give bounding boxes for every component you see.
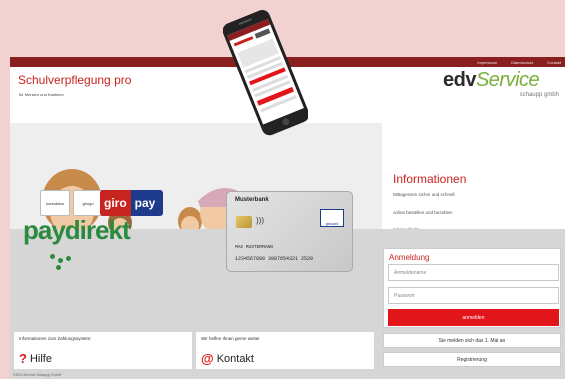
copyright: ©EDV-Service Schaupp GmbH	[13, 373, 62, 377]
logo-text-service: Service	[475, 69, 540, 91]
girogo-label: girogo	[82, 200, 94, 206]
card-holder: MAX MUSTERMANN	[235, 245, 273, 250]
login-panel: Anmeldung anmelden	[383, 248, 561, 328]
help-box[interactable]: Informationen zum Zahlungssystem: ? Hilf…	[14, 332, 192, 369]
login-title: Anmeldung	[389, 253, 430, 262]
card-number: 1234567890 3987654321 2520	[235, 256, 314, 262]
password-input[interactable]	[388, 287, 559, 304]
contactless-logo: kontaktlos	[40, 190, 70, 216]
card-bank-name: Musterbank	[235, 197, 269, 203]
nav-link-kontakt[interactable]: Kontakt	[547, 60, 561, 65]
register-button[interactable]: Registrierung	[383, 352, 561, 367]
contactless-wave-icon: )))	[256, 216, 264, 225]
payment-logos: kontaktlos girogo giro pay paydirekt	[22, 190, 182, 270]
girocard-image: Musterbank ))) girocard MAX MUSTERMANN 1…	[226, 191, 353, 272]
nav-link-impressum[interactable]: Impressum	[477, 60, 497, 65]
help-caption: Informationen zum Zahlungssystem:	[19, 336, 92, 341]
contact-caption: Wir helfen Ihnen gerne weiter	[201, 336, 260, 341]
at-sign-icon: @	[201, 351, 214, 366]
giropay-giro-text: giro	[100, 190, 131, 216]
contact-box[interactable]: Wir helfen Ihnen gerne weiter @ Kontakt	[196, 332, 374, 369]
nav-link-datenschutz[interactable]: Datenschutz	[511, 60, 533, 65]
giropay-logo: giro pay	[100, 190, 163, 216]
help-label: Hilfe	[29, 352, 52, 365]
paydirekt-logo: paydirekt	[23, 215, 131, 245]
username-input[interactable]	[388, 264, 559, 281]
top-navigation: Impressum Datenschutz Kontakt	[477, 57, 561, 67]
edv-service-logo[interactable]: edvService schaupp gmbh	[443, 69, 559, 103]
first-login-button[interactable]: Sie melden sich das 1. Mal an	[383, 333, 561, 348]
smartphone-image	[222, 8, 310, 139]
contact-link[interactable]: @ Kontakt	[201, 351, 254, 366]
card-chip-icon	[236, 216, 252, 228]
login-button[interactable]: anmelden	[388, 309, 559, 326]
giropay-pay-text: pay	[134, 196, 156, 210]
question-mark-icon: ?	[19, 351, 27, 366]
girocard-logo: girocard	[320, 209, 344, 227]
site-title[interactable]: Schulverpflegung pro	[18, 73, 131, 87]
girocard-label: girocard	[325, 222, 339, 226]
contact-label: Kontakt	[216, 352, 254, 365]
girogo-logo: girogo	[73, 190, 103, 216]
contactless-label: kontaktlos	[45, 200, 64, 206]
logo-text-edv: edv	[443, 69, 476, 91]
help-link[interactable]: ? Hilfe	[19, 351, 52, 366]
site-subtitle: für Mensen und Kantinen	[19, 92, 64, 97]
logo-subtext: schaupp gmbh	[519, 92, 559, 98]
info-title: Informationen	[393, 172, 467, 186]
info-line: Mittagessen sicher und schnell	[393, 192, 455, 197]
info-line: online bestellen und bezahlen	[393, 210, 453, 215]
